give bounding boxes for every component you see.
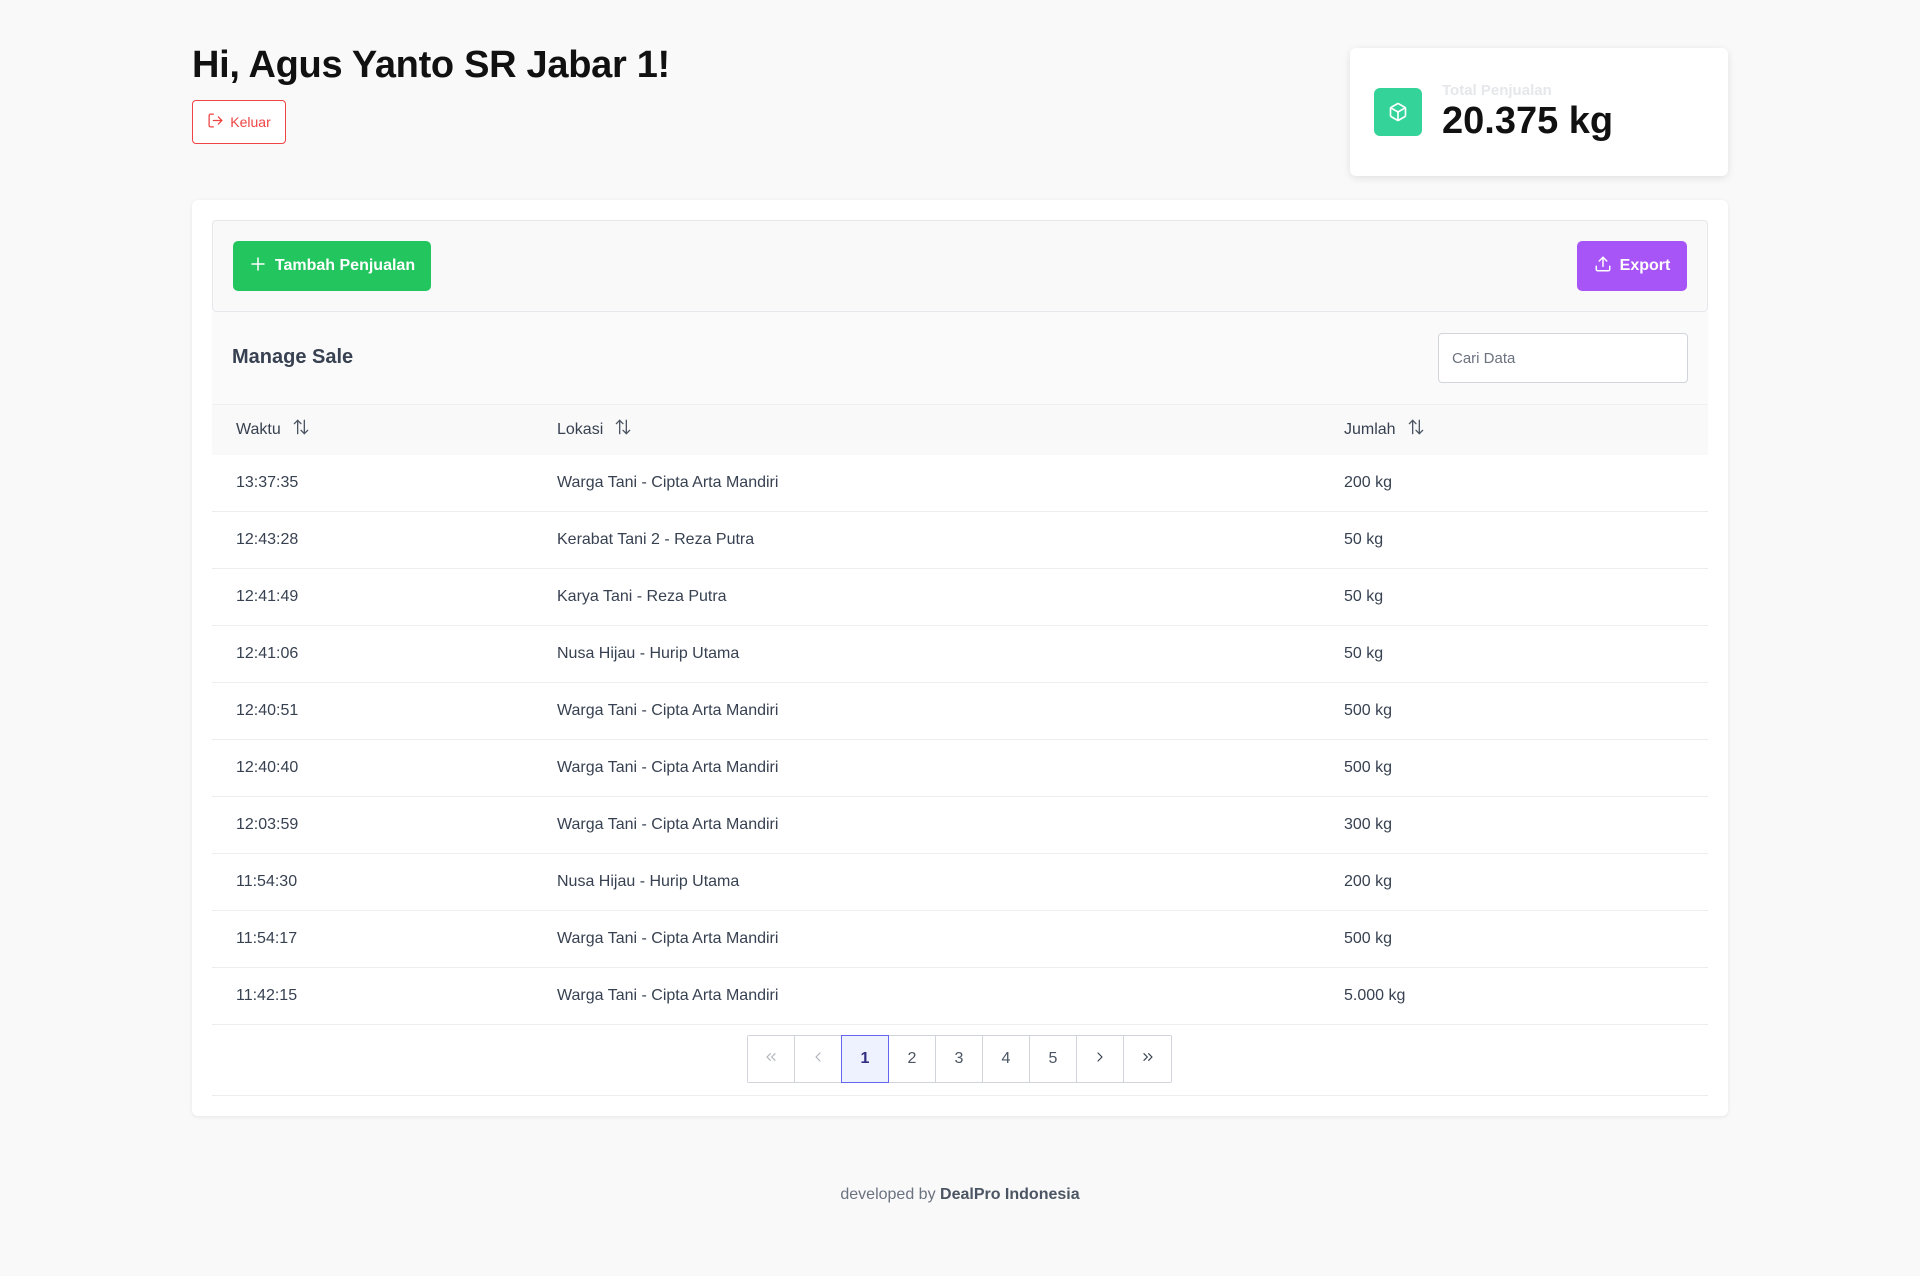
column-header-waktu[interactable]: Waktu [212,404,557,455]
chevrons-right-icon [1140,1049,1156,1070]
sort-icon [1406,417,1426,442]
stat-label: Total Penjualan [1442,81,1552,99]
search-input[interactable] [1438,333,1688,383]
page-button-5[interactable]: 5 [1030,1036,1077,1082]
cell-jumlah: 300 kg [1344,796,1708,854]
cell-jumlah: 500 kg [1344,682,1708,740]
section-title: Manage Sale [232,346,354,368]
cell-waktu: 11:54:30 [212,853,557,911]
cell-jumlah: 500 kg [1344,910,1708,968]
cell-waktu: 13:37:35 [212,454,557,512]
table-row: 11:54:17 Warga Tani - Cipta Arta Mandiri… [212,910,1708,968]
footer-company: DealPro Indonesia [940,1186,1080,1203]
cell-lokasi: Warga Tani - Cipta Arta Mandiri [557,796,1344,854]
cell-lokasi: Warga Tani - Cipta Arta Mandiri [557,910,1344,968]
column-header-jumlah[interactable]: Jumlah [1344,404,1708,455]
pagination-area: 1 2 3 4 5 [212,1024,1708,1096]
cell-jumlah: 500 kg [1344,739,1708,797]
cell-waktu: 12:40:51 [212,682,557,740]
cell-lokasi: Warga Tani - Cipta Arta Mandiri [557,967,1344,1025]
toolbar: Tambah Penjualan Export [212,220,1708,312]
export-button[interactable]: Export [1577,241,1687,291]
cell-jumlah: 50 kg [1344,568,1708,626]
cube-icon [1374,88,1422,136]
page-button-4[interactable]: 4 [983,1036,1030,1082]
sales-card: Tambah Penjualan Export Manage Sale Wakt… [192,200,1728,1116]
cell-lokasi: Warga Tani - Cipta Arta Mandiri [557,682,1344,740]
table-row: 12:41:06 Nusa Hijau - Hurip Utama 50 kg [212,625,1708,683]
cell-jumlah: 200 kg [1344,454,1708,512]
page-button-2[interactable]: 2 [889,1036,936,1082]
table-row: 12:40:51 Warga Tani - Cipta Arta Mandiri… [212,682,1708,740]
cell-jumlah: 200 kg [1344,853,1708,911]
footer-prefix: developed by [840,1186,936,1203]
cell-waktu: 11:42:15 [212,967,557,1025]
column-label: Lokasi [557,420,604,438]
table-row: 12:43:28 Kerabat Tani 2 - Reza Putra 50 … [212,511,1708,569]
logout-button[interactable]: Keluar [192,100,286,144]
cell-waktu: 11:54:17 [212,910,557,968]
sales-table: Waktu Lokasi Jumlah 13:37:35 Warga Tani … [212,404,1708,1025]
plus-icon [249,255,267,278]
cell-lokasi: Warga Tani - Cipta Arta Mandiri [557,454,1344,512]
table-row: 11:54:30 Nusa Hijau - Hurip Utama 200 kg [212,853,1708,911]
table-row: 12:03:59 Warga Tani - Cipta Arta Mandiri… [212,796,1708,854]
table-row: 13:37:35 Warga Tani - Cipta Arta Mandiri… [212,454,1708,512]
chevron-right-icon [1092,1049,1108,1070]
next-page-button[interactable] [1077,1036,1124,1082]
last-page-button[interactable] [1124,1036,1171,1082]
add-sale-button[interactable]: Tambah Penjualan [233,241,431,291]
cell-jumlah: 50 kg [1344,511,1708,569]
pagination: 1 2 3 4 5 [747,1035,1172,1083]
upload-icon [1594,255,1612,278]
cell-waktu: 12:40:40 [212,739,557,797]
cell-waktu: 12:03:59 [212,796,557,854]
page-button-1[interactable]: 1 [841,1035,889,1083]
page-button-3[interactable]: 3 [936,1036,983,1082]
table-header-row: Waktu Lokasi Jumlah [212,404,1708,455]
cell-lokasi: Nusa Hijau - Hurip Utama [557,853,1344,911]
logout-label: Keluar [230,114,271,130]
cell-lokasi: Kerabat Tani 2 - Reza Putra [557,511,1344,569]
cell-lokasi: Nusa Hijau - Hurip Utama [557,625,1344,683]
chevron-left-icon [810,1049,826,1070]
cell-waktu: 12:41:06 [212,625,557,683]
first-page-button[interactable] [748,1036,795,1082]
sort-icon [291,417,311,442]
export-label: Export [1619,257,1671,274]
cell-lokasi: Warga Tani - Cipta Arta Mandiri [557,739,1344,797]
table-row: 11:42:15 Warga Tani - Cipta Arta Mandiri… [212,967,1708,1025]
column-header-lokasi[interactable]: Lokasi [557,404,1344,455]
add-sale-label: Tambah Penjualan [274,257,416,274]
cell-jumlah: 50 kg [1344,625,1708,683]
chevrons-left-icon [763,1049,779,1070]
stat-value: 20.375 kg [1442,99,1614,142]
page-title: Hi, Agus Yanto SR Jabar 1! [192,44,670,86]
table-row: 12:41:49 Karya Tani - Reza Putra 50 kg [212,568,1708,626]
footer: developed by DealPro Indonesia [0,1186,1920,1204]
cell-waktu: 12:43:28 [212,511,557,569]
column-label: Waktu [236,420,281,438]
cell-jumlah: 5.000 kg [1344,967,1708,1025]
sort-icon [613,417,633,442]
column-label: Jumlah [1344,420,1396,438]
total-sales-card: Total Penjualan 20.375 kg [1350,48,1728,176]
logout-icon [207,112,224,132]
cell-lokasi: Karya Tani - Reza Putra [557,568,1344,626]
table-row: 12:40:40 Warga Tani - Cipta Arta Mandiri… [212,739,1708,797]
cell-waktu: 12:41:49 [212,568,557,626]
table-header-bar: Manage Sale [212,312,1708,404]
prev-page-button[interactable] [795,1036,842,1082]
